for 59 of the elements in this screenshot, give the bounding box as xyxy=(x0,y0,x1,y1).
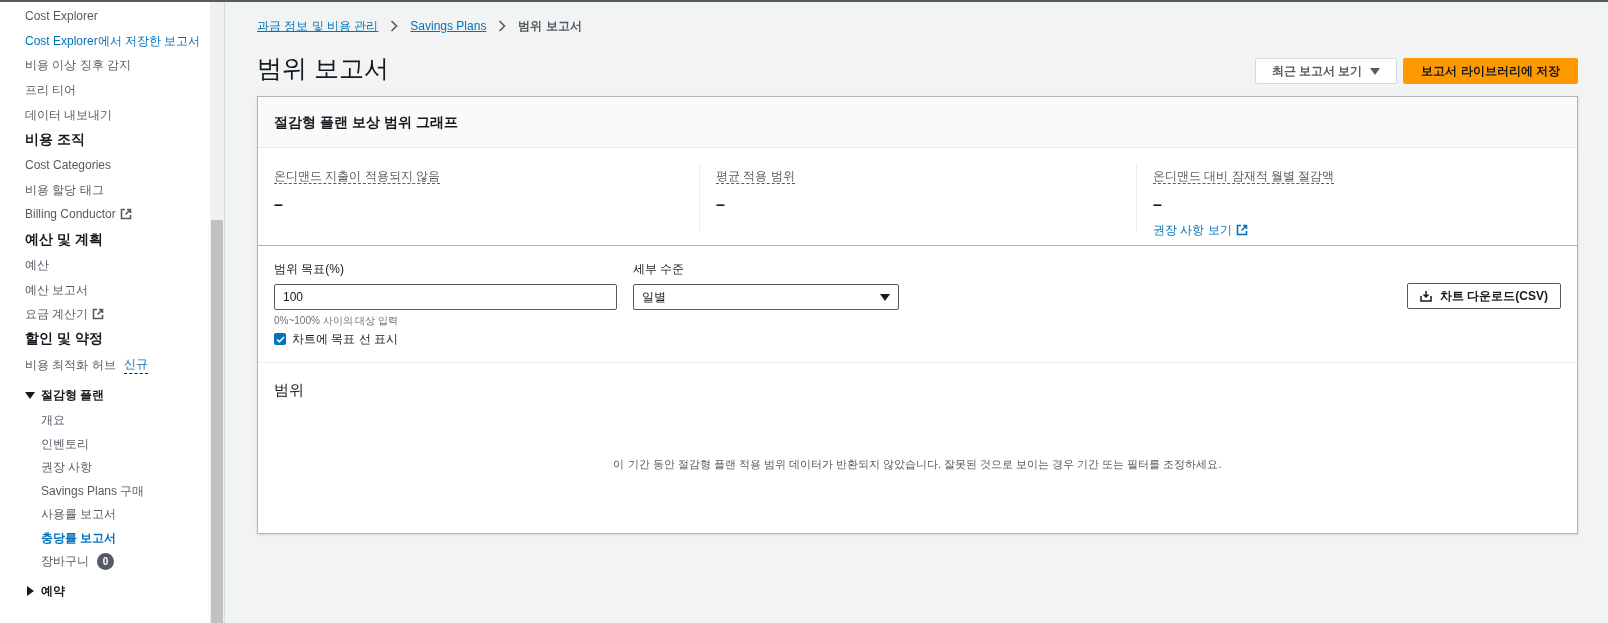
metric-value: – xyxy=(1153,195,1163,215)
nav-link[interactable]: 비용 이상 징후 감지 xyxy=(25,56,131,75)
download-csv-button[interactable]: 차트 다운로드(CSV) xyxy=(1407,283,1561,309)
nav-link[interactable]: 비용 최적화 허브 xyxy=(25,355,116,374)
granularity-select[interactable]: 일별 xyxy=(633,284,899,310)
nav-link[interactable]: Cost Explorer xyxy=(25,7,98,26)
nav-group-toggle[interactable]: 절감형 플랜 xyxy=(25,382,206,409)
caret-down-icon xyxy=(880,292,890,302)
breadcrumb-link[interactable]: 과금 정보 및 비용 관리 xyxy=(257,17,379,35)
caret-down-icon xyxy=(1370,66,1381,76)
save-button[interactable]: 보고서 라이브러리에 저장 xyxy=(1403,58,1578,84)
external-link-icon xyxy=(1235,224,1248,236)
field-hint: 0%~100% 사이의 대상 입력 xyxy=(274,314,400,328)
chevron-right-icon xyxy=(498,20,507,32)
nav-link[interactable]: 프리 티어 xyxy=(25,81,77,100)
field-label: 범위 목표(%) xyxy=(274,261,345,278)
nav-group-toggle[interactable]: 예약 xyxy=(25,578,206,605)
breadcrumb-current: 범위 보고서 xyxy=(518,18,582,35)
metric-value: – xyxy=(274,195,284,215)
nav-link[interactable]: 사용률 보고서 xyxy=(41,505,117,524)
new-tag: 신규 xyxy=(123,355,148,375)
nav-section-heading: 할인 및 약정 xyxy=(25,330,104,349)
nav-link[interactable]: 인벤토리 xyxy=(41,434,89,453)
nav-link[interactable]: 요금 계산기 xyxy=(25,305,105,324)
nav-link[interactable]: Billing Conductor xyxy=(25,205,132,224)
download-icon xyxy=(1420,290,1432,302)
nav-section-heading: 비용 조직 xyxy=(25,130,86,149)
checkmark-icon xyxy=(275,334,285,344)
empty-state-message: 이 기간 동안 절감형 플랜 적용 범위 데이터가 반환되지 않았습니다. 잘못된 것으로 보이는 경우 기간 또는 필터를 조정하세요. xyxy=(612,456,1223,472)
nav-link[interactable]: 장바구니 xyxy=(41,552,89,571)
count-badge: 0 xyxy=(97,553,114,570)
checkbox[interactable] xyxy=(274,333,286,345)
chart-title: 범위 xyxy=(274,380,305,400)
nav-link[interactable]: Savings Plans 구매 xyxy=(41,481,145,500)
nav-link[interactable]: 예산 xyxy=(25,256,49,275)
coverage-target-input[interactable]: 100 xyxy=(274,284,617,310)
recommendations-link[interactable]: 권장 사항 보기 xyxy=(1153,221,1561,239)
field-label: 세부 수준 xyxy=(633,261,686,278)
page-title: 범위 보고서 xyxy=(257,53,389,85)
recent-reports-dropdown[interactable]: 최근 보고서 보기 xyxy=(1254,58,1398,84)
nav-link[interactable]: 개요 xyxy=(41,410,65,429)
metric-label: 온디맨드 지출이 적용되지 않음 xyxy=(274,169,440,184)
metric-label: 평균 적용 범위 xyxy=(716,169,795,184)
nav-link[interactable]: 충당률 보고서 xyxy=(41,528,117,547)
nav-link[interactable]: Cost Categories xyxy=(25,156,112,175)
nav-link[interactable]: 권장 사항 xyxy=(41,458,93,477)
breadcrumb-link[interactable]: Savings Plans xyxy=(410,17,487,35)
card-title: 절감형 플랜 보상 범위 그래프 xyxy=(274,112,458,132)
metric-value: – xyxy=(716,195,726,215)
nav-link[interactable]: 데이터 내보내기 xyxy=(25,105,113,124)
caret-down-icon xyxy=(25,390,35,401)
checkbox-label: 차트에 목표 선 표시 xyxy=(292,331,398,348)
nav-link[interactable]: 예산 보고서 xyxy=(25,280,89,299)
nav-link[interactable]: 비용 할당 태그 xyxy=(25,180,104,199)
nav-section-heading: 예산 및 계획 xyxy=(25,230,104,249)
chevron-right-icon xyxy=(390,20,399,32)
nav-link[interactable]: Cost Explorer에서 저장한 보고서 xyxy=(25,31,201,50)
metric-label: 온디맨드 대비 잠재적 월별 절감액 xyxy=(1153,169,1335,184)
caret-right-icon xyxy=(25,586,35,597)
